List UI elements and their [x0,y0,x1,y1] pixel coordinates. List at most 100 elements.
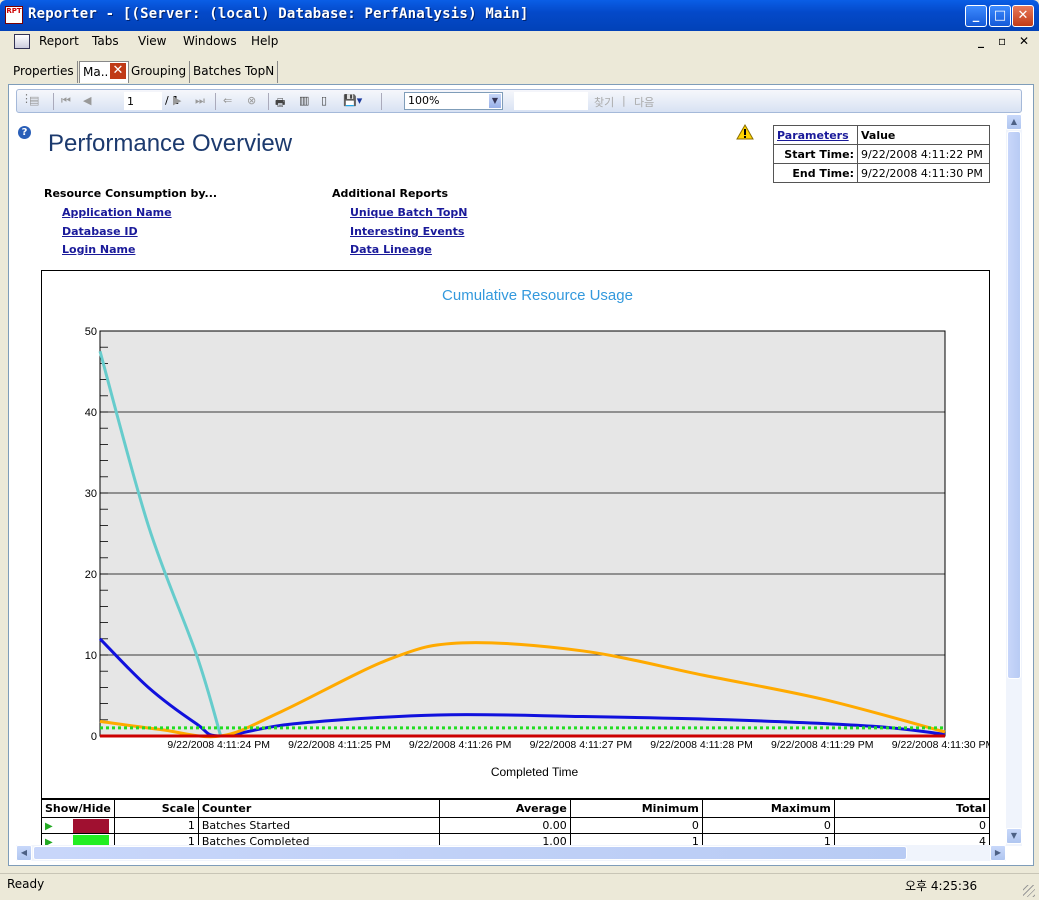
x-tick-label: 9/22/2008 4:11:28 PM [650,739,753,751]
cell-minimum: 1 [569,833,703,845]
parameters-table: Parameters Value Start Time: 9/22/2008 4… [773,125,990,183]
status-clock: 오후 4:25:36 [905,879,978,893]
tab-close-icon[interactable]: ✕ [109,62,127,80]
status-text: Ready [7,877,45,891]
menu-help[interactable]: Help [251,34,278,48]
find-input[interactable] [514,92,588,110]
last-page-icon[interactable]: ⏭ [195,94,205,108]
window-title: Reporter - [(Server: (local) Database: P… [28,6,529,22]
col-scale: Scale [113,798,199,818]
tab-batches-topn[interactable]: Batches TopN [190,61,279,83]
previous-page-icon[interactable]: ◀ [83,94,91,107]
report-title: Performance Overview [48,130,293,157]
status-bar: Ready 오후 4:25:36 [0,873,1039,900]
link-data-lineage[interactable]: Data Lineage [350,243,432,256]
scroll-down-icon[interactable]: ▼ [1006,828,1022,844]
menu-tabs[interactable]: Tabs [92,34,119,48]
save-icon[interactable]: 💾▾ [343,94,362,107]
end-time-label: End Time: [773,163,858,183]
vertical-scroll-thumb[interactable] [1007,131,1021,679]
y-tick-label: 30 [85,488,97,500]
vertical-scrollbar[interactable]: ▲ ▼ [1006,114,1022,846]
first-page-icon[interactable]: ⏮ [61,94,71,108]
zoom-value: 100% [408,94,440,107]
link-interesting-events[interactable]: Interesting Events [350,225,464,238]
y-tick-label: 50 [85,326,97,338]
cell-total: 0 [833,817,991,834]
chart-title: Cumulative Resource Usage [442,287,633,304]
x-tick-label: 9/22/2008 4:11:29 PM [771,739,874,751]
find-button[interactable]: 찾기 [594,94,614,110]
resource-consumption-header: Resource Consumption by... [44,187,218,200]
find-next-button[interactable]: 다음 [634,94,654,110]
cell-average: 0.00 [438,817,571,834]
grid-row: ▶ 1 Batches Started 0.00 0 0 0 [41,817,991,834]
y-tick-label: 10 [85,650,97,662]
tab-grouping[interactable]: Grouping [128,61,191,83]
resource-usage-chart: Cumulative Resource Usage 0 10 20 30 40 50 9/22… [85,287,989,779]
cell-average: 1.00 [438,833,571,845]
scroll-up-icon[interactable]: ▲ [1006,114,1022,130]
document-icon[interactable] [14,34,30,49]
show-hide-cell[interactable]: ▶ [41,817,115,834]
maximize-button[interactable]: □ [989,5,1011,27]
back-icon[interactable]: ⇐ [223,94,232,107]
stop-icon[interactable]: ⊗ [247,94,256,107]
mdi-minimize-icon[interactable]: _ [978,34,984,48]
link-unique-batch-topn[interactable]: Unique Batch TopN [350,206,467,219]
menu-report[interactable]: Report [39,34,79,48]
close-button[interactable]: ✕ [1012,5,1034,27]
grid-row: ▶ 1 Batches Completed 1.00 1 1 4 [41,833,991,846]
mdi-close-icon[interactable]: ✕ [1019,34,1029,48]
horizontal-scrollbar[interactable]: ◀ ▶ [16,845,1006,861]
series-color-swatch [72,834,109,845]
menu-bar: Report Tabs View Windows Help _ ▫ ✕ [0,31,1039,53]
tab-bar: Properties Ma... Grouping Batches TopN [0,55,1039,84]
tab-properties[interactable]: Properties [10,61,78,83]
help-icon[interactable]: ? [18,126,31,139]
scroll-left-icon[interactable]: ◀ [16,845,32,861]
print-icon[interactable]: 🖶 [275,94,285,113]
plot-area [99,330,946,737]
link-login-name[interactable]: Login Name [62,243,135,256]
report-toolbar: ⋮ ▤ ⏮ ◀ 1 / 1 ▶ ⏭ ⇐ ⊗ 🖶 ▥ ▯ 💾▾ 100% ▼ 찾기… [16,89,1022,113]
play-icon[interactable]: ▶ [45,821,53,832]
mdi-restore-icon[interactable]: ▫ [998,34,1006,48]
show-hide-cell[interactable]: ▶ [41,833,115,846]
scroll-right-icon[interactable]: ▶ [990,845,1006,861]
zoom-select[interactable]: 100% ▼ [404,92,503,110]
end-time-value: 9/22/2008 4:11:30 PM [857,163,990,183]
additional-reports-header: Additional Reports [332,187,449,200]
menu-view[interactable]: View [138,34,166,48]
counter-grid: Show/Hide Scale Counter Average Minimum … [41,798,991,846]
cell-maximum: 0 [701,817,835,834]
cell-scale: 1 [113,833,199,845]
parameters-header-link[interactable]: Parameters [773,125,858,145]
print-layout-icon[interactable]: ▥ [299,94,309,107]
chevron-down-icon[interactable]: ▼ [489,94,501,108]
page-setup-icon[interactable]: ▯ [321,94,327,107]
minimize-button[interactable]: _ [965,5,987,27]
document-map-icon[interactable]: ▤ [29,94,39,107]
next-page-icon[interactable]: ▶ [173,94,181,107]
toolbar-separator: | [622,94,626,107]
tab-main-label: Ma... [83,65,113,79]
title-bar[interactable]: RPT Reporter - [(Server: (local) Databas… [0,0,1039,31]
link-database-id[interactable]: Database ID [62,225,138,238]
link-application-name[interactable]: Application Name [62,206,172,219]
col-counter: Counter [197,798,440,818]
horizontal-scroll-thumb[interactable] [33,846,907,860]
x-tick-label: 9/22/2008 4:11:30 PM [892,739,989,751]
value-header: Value [857,125,990,145]
cell-total: 4 [833,833,991,845]
start-time-value: 9/22/2008 4:11:22 PM [857,144,990,164]
col-minimum: Minimum [569,798,703,818]
x-tick-label: 9/22/2008 4:11:26 PM [409,739,512,751]
series-color-swatch [72,818,109,833]
x-axis-label: Completed Time [491,765,579,779]
x-tick-label: 9/22/2008 4:11:27 PM [530,739,633,751]
menu-windows[interactable]: Windows [183,34,237,48]
page-number-input[interactable]: 1 [124,92,162,110]
resize-grip-icon[interactable] [1023,885,1035,897]
play-icon[interactable]: ▶ [45,837,53,846]
